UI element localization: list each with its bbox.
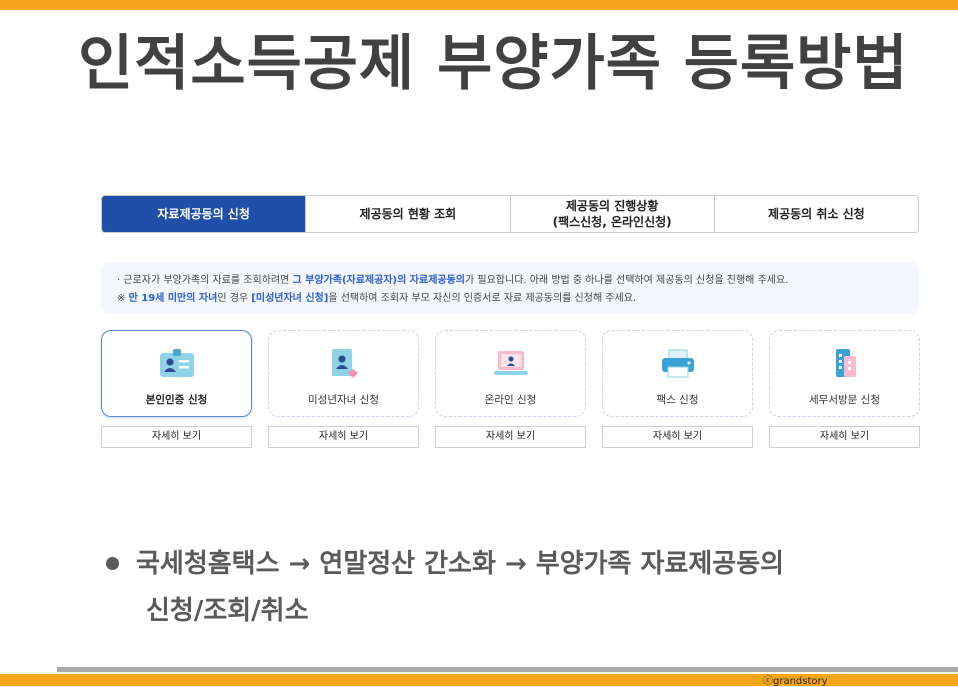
child-document-icon <box>332 349 358 378</box>
method-card-fax[interactable]: 팩스 신청 <box>602 330 753 417</box>
method-label: 미성년자녀 신청 <box>308 394 379 406</box>
detail-button-minor-child[interactable]: 자세히 보기 <box>268 426 419 448</box>
method-card-self-auth[interactable]: 본인인증 신청 <box>101 330 252 417</box>
bullet-dot-icon <box>106 557 119 570</box>
method-card-tax-office[interactable]: 세무서방문 신청 <box>769 330 920 417</box>
method-card-online[interactable]: 온라인 신청 <box>435 330 586 417</box>
notice-box: · 근로자가 부양가족의 자료를 조회하려면 그 부양가족(자료제공자)의 자료… <box>101 262 919 314</box>
detail-button-tax-office[interactable]: 자세히 보기 <box>769 426 920 448</box>
tab-consent-status[interactable]: 제공동의 현황 조회 <box>305 196 510 232</box>
laptop-icon <box>494 351 528 375</box>
slide-title: 인적소득공제 부양가족 등록방법 <box>78 29 909 99</box>
fax-printer-icon <box>662 349 694 378</box>
top-accent-bar <box>0 0 958 10</box>
detail-button-fax[interactable]: 자세히 보기 <box>602 426 753 448</box>
tab-consent-cancel[interactable]: 제공동의 취소 신청 <box>713 196 918 232</box>
method-card-minor-child[interactable]: 미성년자녀 신청 <box>268 330 419 417</box>
tax-office-building-icon <box>836 349 856 377</box>
bullet-text-line-1: 국세청홈택스 → 연말정산 간소화 → 부양가족 자료제공동의 <box>136 549 785 579</box>
id-card-icon <box>160 349 194 377</box>
method-label: 세무서방문 신청 <box>809 394 880 406</box>
credit-text: ⓒgrandstory <box>763 676 828 687</box>
notice-line-1: · 근로자가 부양가족의 자료를 조회하려면 그 부양가족(자료제공자)의 자료… <box>117 275 789 286</box>
tab-consent-progress[interactable]: 제공동의 진행상황 (팩스신청, 온라인신청) <box>509 196 714 232</box>
method-label: 팩스 신청 <box>656 394 699 406</box>
tab-consent-request[interactable]: 자료제공동의 신청 <box>102 196 306 232</box>
method-label: 본인인증 신청 <box>145 394 208 406</box>
detail-button-online[interactable]: 자세히 보기 <box>435 426 586 448</box>
method-label: 온라인 신청 <box>484 394 537 406</box>
tab-bar: 자료제공동의 신청 제공동의 현황 조회 제공동의 진행상황 (팩스신청, 온라… <box>101 195 919 233</box>
bullet-text-line-2: 신청/조회/취소 <box>146 596 309 626</box>
detail-button-self-auth[interactable]: 자세히 보기 <box>101 426 252 448</box>
notice-line-2: ※ 만 19세 미만의 자녀인 경우 [미성년자녀 신청]을 선택하여 조회자 … <box>117 293 637 304</box>
method-cards: 본인인증 신청 미성년자녀 신청 온라인 신청 팩스 신청 세무서방문 신청 자… <box>101 330 921 450</box>
